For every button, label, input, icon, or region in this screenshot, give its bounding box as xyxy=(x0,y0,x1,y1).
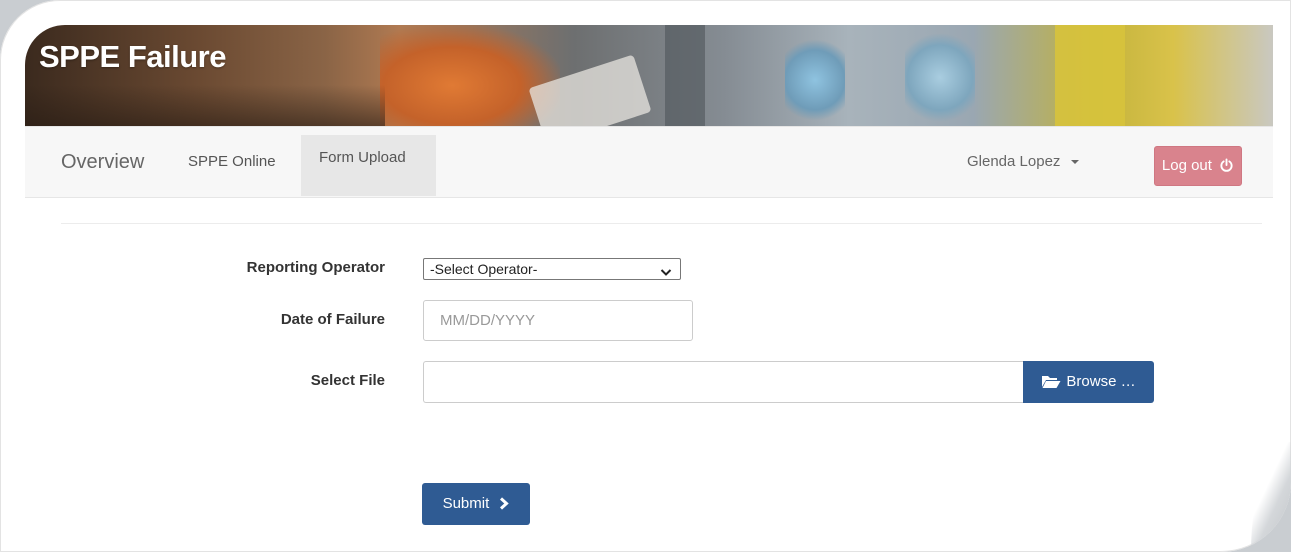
section-divider xyxy=(61,223,1262,224)
header-banner: SPPE Failure xyxy=(25,25,1273,126)
operator-select-value: -Select Operator- xyxy=(430,261,538,277)
page-title: SPPE Failure xyxy=(39,39,226,74)
nav-link-form-upload[interactable]: Form Upload xyxy=(301,135,436,196)
submit-button[interactable]: Submit xyxy=(422,483,530,525)
banner-image-yellow-tank xyxy=(1055,25,1125,126)
banner-image-valve-2 xyxy=(905,30,975,125)
banner-image-valve xyxy=(785,35,845,125)
file-path-input[interactable] xyxy=(423,361,1024,403)
nav-brand-overview[interactable]: Overview xyxy=(61,151,144,174)
user-name: Glenda Lopez xyxy=(967,153,1061,170)
banner-image-pipe xyxy=(665,25,705,126)
user-menu[interactable]: Glenda Lopez xyxy=(967,127,1079,197)
folder-open-icon xyxy=(1041,364,1061,406)
power-icon xyxy=(1219,150,1234,188)
nav-link-sppe-online[interactable]: SPPE Online xyxy=(170,127,294,197)
file-label: Select File xyxy=(310,372,385,389)
app-frame: SPPE Failure Overview SPPE Online Form U… xyxy=(0,0,1291,552)
date-label: Date of Failure xyxy=(280,311,385,328)
logout-label: Log out xyxy=(1161,157,1212,174)
banner-shadow xyxy=(25,85,385,126)
browse-label: Browse … xyxy=(1066,373,1136,390)
logout-button[interactable]: Log out xyxy=(1154,146,1242,186)
caret-down-icon xyxy=(1070,160,1079,165)
chevron-right-icon xyxy=(499,485,510,527)
date-of-failure-input[interactable] xyxy=(423,300,693,341)
operator-label: Reporting Operator xyxy=(246,259,385,276)
operator-select[interactable]: -Select Operator- xyxy=(423,258,681,280)
banner-image-worker xyxy=(380,25,560,126)
browse-button[interactable]: Browse … xyxy=(1023,361,1154,403)
submit-label: Submit xyxy=(442,495,490,512)
navbar: Overview SPPE Online Form Upload Glenda … xyxy=(25,126,1273,198)
chevron-down-icon xyxy=(660,264,672,280)
page-curl-decoration xyxy=(1251,442,1291,552)
